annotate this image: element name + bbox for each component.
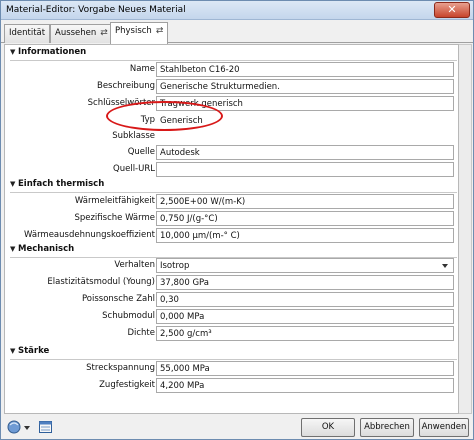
field-label: Quelle <box>127 147 155 157</box>
apply-button[interactable]: Anwenden <box>419 418 469 437</box>
row-name: Name Stahlbeton C16-20 <box>5 62 460 78</box>
properties-panel: ▼ Informationen Name Stahlbeton C16-20 Be… <box>4 44 459 414</box>
behavior-select[interactable]: Isotrop <box>156 258 454 273</box>
tab-label: Aussehen <box>55 28 97 38</box>
row-subklasse: Subklasse <box>5 129 460 145</box>
button-bar: OK Abbrechen Anwenden <box>1 415 473 440</box>
row-dichte: Dichte 2,500 g/cm³ <box>5 326 460 342</box>
row-poissonsche-zahl: Poissonsche Zahl 0,30 <box>5 292 460 308</box>
field-label: Subklasse <box>112 131 155 141</box>
section-informationen[interactable]: ▼ Informationen <box>10 47 457 61</box>
field-label: Verhalten <box>114 260 155 270</box>
type-value: Generisch <box>160 116 203 126</box>
tab-label: Physisch <box>115 26 152 36</box>
triangle-down-icon[interactable]: ▼ <box>10 48 18 56</box>
description-field[interactable]: Generische Strukturmedien. <box>156 79 454 94</box>
asset-browser-icon[interactable] <box>38 418 54 436</box>
row-streckspannung: Streckspannung 55,000 MPa <box>5 361 460 377</box>
title-bar[interactable]: Material-Editor: Vorgabe Neues Material … <box>1 1 473 20</box>
close-button[interactable]: ✕ <box>434 2 470 18</box>
field-label: Beschreibung <box>96 81 155 91</box>
tab-aussehen[interactable]: Aussehen ⇄ <box>50 24 113 43</box>
youngs-modulus-field[interactable]: 37,800 GPa <box>156 275 454 290</box>
yield-strength-field[interactable]: 55,000 MPa <box>156 361 454 376</box>
row-quelle: Quelle Autodesk <box>5 145 460 161</box>
keywords-field[interactable]: Tragwerk generisch <box>156 96 454 111</box>
section-einfach-thermisch[interactable]: ▼ Einfach thermisch <box>10 179 457 193</box>
triangle-down-icon[interactable]: ▼ <box>10 245 18 253</box>
source-field[interactable]: Autodesk <box>156 145 454 160</box>
field-label: Name <box>129 64 155 74</box>
row-typ: Typ Generisch <box>5 113 460 129</box>
swap-icon[interactable]: ⇄ <box>100 28 108 38</box>
specific-heat-field[interactable]: 0,750 J/(g-°C) <box>156 211 454 226</box>
field-label: Wärmeausdehnungskoeffizient <box>24 230 155 240</box>
triangle-down-icon[interactable]: ▼ <box>10 347 18 355</box>
section-title: Mechanisch <box>18 244 75 254</box>
vertical-scrollbar[interactable] <box>459 44 472 414</box>
swap-icon[interactable]: ⇄ <box>156 26 164 36</box>
field-label: Poissonsche Zahl <box>81 294 155 304</box>
field-label: Streckspannung <box>86 363 155 373</box>
cancel-button[interactable]: Abbrechen <box>360 418 414 437</box>
tab-physisch[interactable]: Physisch ⇄ <box>110 22 169 44</box>
thermal-conductivity-field[interactable]: 2,500E+00 W/(m-K) <box>156 194 454 209</box>
density-field[interactable]: 2,500 g/cm³ <box>156 326 454 341</box>
row-zugfestigkeit: Zugfestigkeit 4,200 MPa <box>5 378 460 394</box>
subclass-value <box>156 129 454 144</box>
field-label: Schubmodul <box>102 311 155 321</box>
section-mechanisch[interactable]: ▼ Mechanisch <box>10 244 457 258</box>
field-label: Zugfestigkeit <box>99 380 155 390</box>
row-elastizitaetsmodul: Elastizitätsmodul (Young) 37,800 GPa <box>5 275 460 291</box>
row-schluesselwoerter: Schlüsselwörter Tragwerk generisch <box>5 96 460 112</box>
tensile-strength-field[interactable]: 4,200 MPa <box>156 378 454 393</box>
material-browser-icon[interactable] <box>6 418 32 436</box>
field-label: Schlüsselwörter <box>87 98 155 108</box>
field-label: Wärmeleitfähigkeit <box>74 196 155 206</box>
row-beschreibung: Beschreibung Generische Strukturmedien. <box>5 79 460 95</box>
row-verhalten: Verhalten Isotrop <box>5 258 460 274</box>
name-field[interactable]: Stahlbeton C16-20 <box>156 62 454 77</box>
field-label: Typ <box>140 115 155 125</box>
section-title: Stärke <box>18 346 50 356</box>
field-label: Elastizitätsmodul (Young) <box>47 277 155 287</box>
field-label: Quell-URL <box>113 164 155 174</box>
section-title: Einfach thermisch <box>18 179 105 189</box>
field-label: Dichte <box>127 328 155 338</box>
triangle-down-icon[interactable]: ▼ <box>10 180 18 188</box>
field-label: Spezifische Wärme <box>74 213 155 223</box>
shear-modulus-field[interactable]: 0,000 MPa <box>156 309 454 324</box>
poisson-ratio-field[interactable]: 0,30 <box>156 292 454 307</box>
window-title: Material-Editor: Vorgabe Neues Material <box>6 5 186 15</box>
section-title: Informationen <box>18 47 87 57</box>
tab-identitaet[interactable]: Identität <box>4 24 51 43</box>
section-staerke[interactable]: ▼ Stärke <box>10 346 457 360</box>
ok-button[interactable]: OK <box>301 418 355 437</box>
row-waermeleitfaehigkeit: Wärmeleitfähigkeit 2,500E+00 W/(m-K) <box>5 194 460 210</box>
tab-label: Identität <box>9 28 46 38</box>
tab-bar: Identität Aussehen ⇄ Physisch ⇄ <box>1 21 473 44</box>
source-url-field[interactable] <box>156 162 454 177</box>
row-spezifische-waerme: Spezifische Wärme 0,750 J/(g-°C) <box>5 211 460 227</box>
material-editor-window: Material-Editor: Vorgabe Neues Material … <box>0 0 474 440</box>
thermal-expansion-field[interactable]: 10,000 µm/(m-° C) <box>156 228 454 243</box>
row-schubmodul: Schubmodul 0,000 MPa <box>5 309 460 325</box>
row-quell-url: Quell-URL <box>5 162 460 178</box>
row-waermeausdehnung: Wärmeausdehnungskoeffizient 10,000 µm/(m… <box>5 228 460 244</box>
